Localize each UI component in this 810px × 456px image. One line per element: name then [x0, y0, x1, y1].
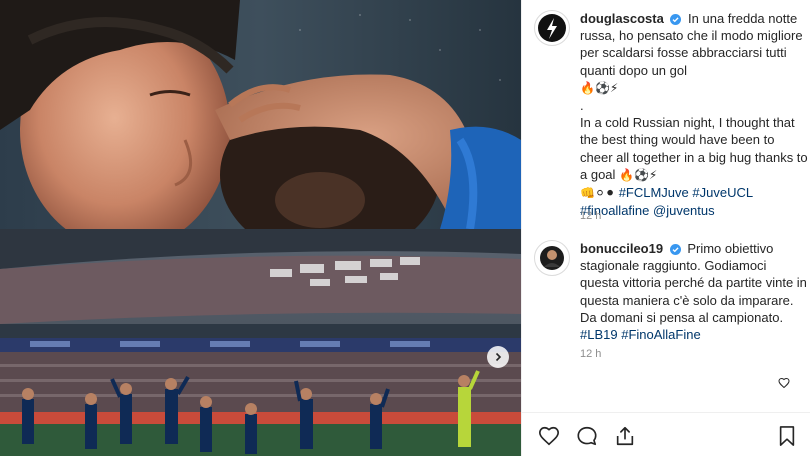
comment-body: bonuccileo19 Primo obiettivo stagionale … — [580, 240, 808, 343]
comment-timestamp[interactable]: 12 h — [580, 348, 601, 360]
hashtag-link[interactable]: #FCLMJuve — [619, 185, 689, 200]
share-button[interactable] — [614, 425, 636, 452]
chevron-right-icon — [495, 352, 502, 362]
comment-emoji-italian: 🔥⚽⚡ — [580, 80, 619, 95]
avatar[interactable] — [534, 10, 570, 46]
hashtag-link[interactable]: #JuveUCL — [692, 185, 753, 200]
comment-like-button[interactable] — [778, 376, 790, 394]
avatar[interactable] — [534, 240, 570, 276]
save-button[interactable] — [777, 425, 797, 452]
comment-emoji-english: 🔥⚽⚡ — [619, 167, 658, 182]
like-button[interactable] — [538, 425, 560, 452]
share-icon — [616, 426, 634, 446]
comment-username[interactable]: bonuccileo19 — [580, 241, 663, 256]
post-photo-stadium — [0, 229, 521, 456]
post-action-bar — [522, 412, 810, 456]
lightning-logo-icon — [538, 14, 566, 42]
post-media[interactable] — [0, 0, 521, 456]
comment-emoji-badges: 👊⚪⚫ — [580, 186, 616, 201]
comment-text-english: In a cold Russian night, I thought that … — [580, 115, 808, 182]
comment-timestamp[interactable]: 12 h — [580, 210, 601, 222]
hashtag-link[interactable]: #FinoAllaFine — [621, 327, 701, 342]
comment-icon — [577, 426, 597, 446]
comment-username[interactable]: douglascosta — [580, 11, 664, 26]
heart-icon — [539, 426, 559, 446]
comment-body: douglascosta In una fredda notte russa, … — [580, 10, 808, 219]
comments-panel: douglascosta In una fredda notte russa, … — [521, 0, 810, 456]
verified-badge-icon — [670, 14, 682, 25]
comment-button[interactable] — [576, 425, 598, 452]
profile-photo-icon — [536, 242, 568, 274]
hashtag-link[interactable]: #LB19 — [580, 327, 618, 342]
bookmark-icon — [779, 426, 795, 446]
verified-badge-icon — [669, 244, 681, 255]
comment-separator: . — [580, 98, 584, 114]
mention-link[interactable]: @juventus — [653, 203, 715, 218]
carousel-next-button[interactable] — [487, 346, 509, 368]
post-photo-embrace — [0, 0, 521, 229]
heart-icon — [778, 377, 790, 389]
